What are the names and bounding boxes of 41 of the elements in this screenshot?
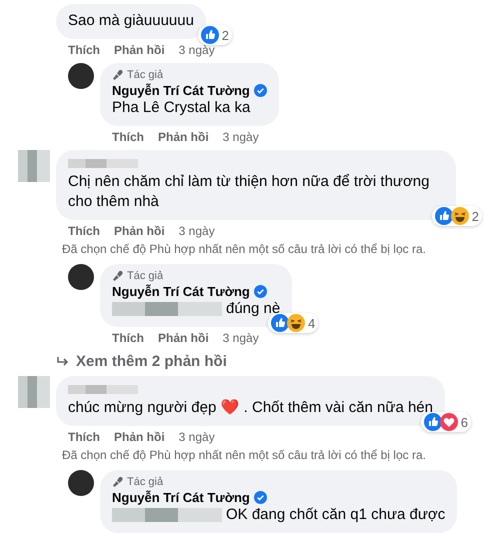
reaction-count[interactable]: 2 (432, 206, 482, 226)
comment-action-link[interactable]: Phản hồi (114, 224, 165, 238)
author-label: Tác giả (127, 270, 164, 282)
author-name[interactable]: Nguyễn Trí Cát Tường (112, 490, 250, 505)
comment-action-link[interactable]: Phản hồi (114, 43, 165, 57)
comment-time[interactable]: 3 ngày (222, 331, 259, 345)
blurred-name (68, 385, 138, 394)
comment-action-link[interactable]: Thích (68, 430, 100, 444)
reply-text: Pha Lê Crystal ka ka (112, 98, 250, 118)
author-name[interactable]: Nguyễn Trí Cát Tường (112, 284, 250, 299)
comment-time[interactable]: 3 ngày (178, 43, 215, 57)
microphone-icon (112, 476, 124, 488)
comment-action-link[interactable]: Phản hồi (158, 331, 209, 345)
microphone-icon (112, 270, 124, 282)
reaction-count[interactable]: 6 (420, 412, 471, 432)
reply-arrow-icon (56, 356, 70, 368)
author-label: Tác giả (127, 476, 164, 488)
reply-text: OK đang chốt căn q1 chưa được (226, 505, 446, 525)
comment-time[interactable]: 3 ngày (222, 130, 259, 144)
comment-time[interactable]: 3 ngày (178, 430, 215, 444)
blurred-name (68, 159, 138, 168)
filter-note: Đã chọn chế độ Phù hợp nhất nên một số câu trả lời có thể bị lọc ra. (61, 242, 426, 258)
reaction-count[interactable]: 2 (198, 25, 232, 45)
more-replies-link[interactable]: Xem thêm 2 phản hồi (76, 353, 227, 370)
avatar (68, 63, 94, 89)
avatar (68, 470, 94, 496)
comment-action-link[interactable]: Thích (112, 331, 144, 345)
avatar (68, 264, 94, 290)
comment-time[interactable]: 3 ngày (178, 224, 215, 238)
comment-text: Sao mà giàuuuuuu (68, 12, 194, 29)
author-name[interactable]: Nguyễn Trí Cát Tường (112, 83, 250, 98)
comment-action-link[interactable]: Phản hồi (158, 130, 209, 144)
reaction-count[interactable]: 4 (268, 313, 318, 333)
comment-action-link[interactable]: Thích (68, 224, 100, 238)
microphone-icon (112, 69, 124, 81)
comment-action-link[interactable]: Phản hồi (114, 430, 165, 444)
comment-action-link[interactable]: Thích (112, 130, 144, 144)
author-label: Tác giả (127, 69, 164, 81)
comment-action-link[interactable]: Thích (68, 43, 100, 57)
filter-note: Đã chọn chế độ Phù hợp nhất nên một số câu trả lời có thể bị lọc ra. (61, 448, 426, 464)
comment-text: Chị nên chăm chỉ làm từ thiện hơn nữa để trời thương cho thêm nhà (68, 173, 430, 210)
